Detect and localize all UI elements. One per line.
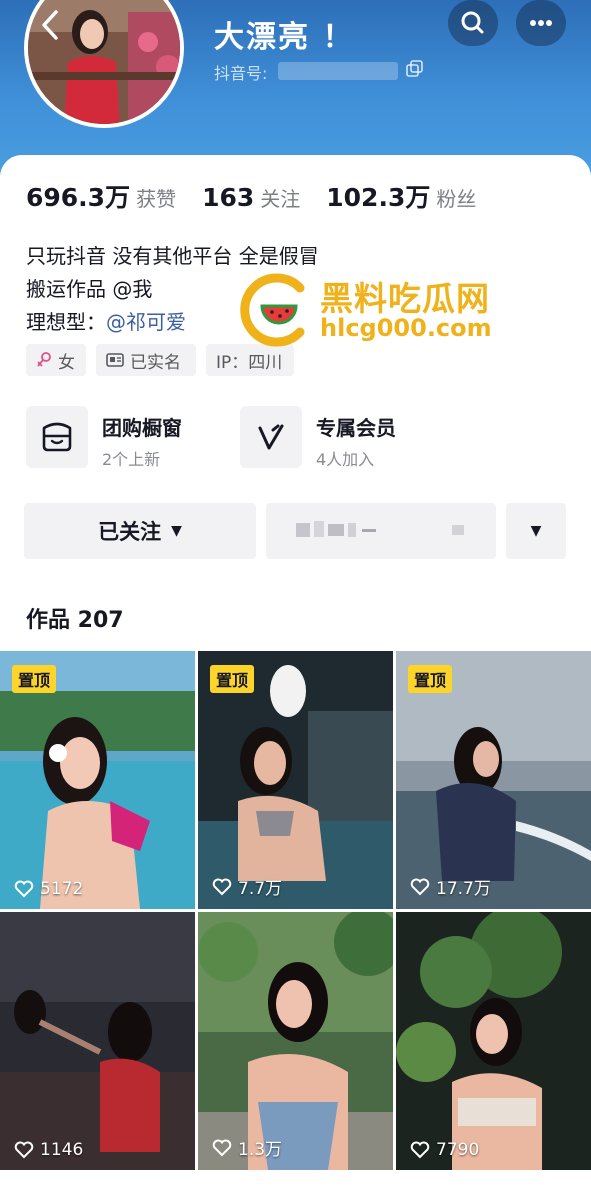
nickname: 大漂亮 ！ xyxy=(214,20,355,55)
ip-location-text: IP：四川 xyxy=(216,352,283,373)
bio-line-3: 理想型：@祁可爱 xyxy=(26,306,186,335)
caret-down-icon: ▼ xyxy=(530,523,542,539)
likes-count-overlay: 1.3万 xyxy=(212,1135,282,1160)
likes-value: 7.7万 xyxy=(238,879,283,899)
work-thumbnail[interactable]: 1.3万 xyxy=(198,912,393,1170)
likes-value: 1.3万 xyxy=(238,1140,283,1160)
work-thumbnail[interactable]: 7790 xyxy=(396,912,591,1170)
member-subtitle: 4人加入 xyxy=(316,450,375,469)
likes-value: 5172 xyxy=(40,879,84,899)
likes-count-overlay: 7.7万 xyxy=(212,874,282,899)
likes-count-overlay: 17.7万 xyxy=(410,874,491,899)
female-icon xyxy=(37,352,51,367)
stats-row: 696.3万 获赞 163 关注 102.3万 粉丝 xyxy=(26,178,502,214)
likes-value: 1146 xyxy=(40,1140,84,1160)
likes-value: 7790 xyxy=(436,1140,480,1160)
work-thumbnail[interactable]: 1146 xyxy=(0,912,195,1170)
followers-count[interactable]: 102.3万 xyxy=(326,178,430,214)
followed-label: 已关注 xyxy=(98,520,162,544)
verified-text: 已实名 xyxy=(130,352,181,373)
watermelon-logo-icon xyxy=(240,273,305,347)
work-thumbnail[interactable]: 置顶 17.7万 xyxy=(396,651,591,909)
verified-tag: 已实名 xyxy=(96,344,196,376)
group-buy-subtitle: 2个上新 xyxy=(102,450,161,469)
douyin-id-value-redacted xyxy=(278,62,398,80)
likes-value: 17.7万 xyxy=(436,879,491,899)
bio-line-3-prefix: 理想型： xyxy=(26,310,106,334)
blurred-label-graphic xyxy=(296,521,464,537)
heart-icon xyxy=(410,878,430,895)
caret-down-icon: ▼ xyxy=(171,523,182,539)
likes-count-overlay: 5172 xyxy=(14,879,83,899)
pinned-badge: 置顶 xyxy=(12,665,57,693)
likes-count-overlay: 7790 xyxy=(410,1140,479,1160)
member-title: 专属会员 xyxy=(316,416,396,440)
heart-icon xyxy=(14,1141,34,1159)
more-icon xyxy=(530,20,552,26)
search-icon xyxy=(461,11,484,34)
likes-count: 696.3万 xyxy=(26,183,131,212)
member-v-icon xyxy=(258,424,284,450)
douyin-id-label: 抖音号: xyxy=(214,64,268,83)
followers-label[interactable]: 粉丝 xyxy=(436,183,476,212)
group-buy-title: 团购橱窗 xyxy=(102,416,182,440)
bio-line-1: 只玩抖音 没有其他平台 全是假冒 xyxy=(26,244,319,268)
group-buy-icon-box xyxy=(26,406,88,468)
heart-icon xyxy=(212,1139,232,1156)
pinned-badge: 置顶 xyxy=(210,665,255,693)
followed-button[interactable]: 已关注 ▼ xyxy=(24,503,256,559)
heart-icon xyxy=(14,880,34,898)
heart-icon xyxy=(212,878,232,895)
gender-text: 女 xyxy=(58,352,75,373)
id-card-icon xyxy=(106,353,124,367)
likes-label: 获赞 xyxy=(136,187,177,211)
search-button[interactable] xyxy=(448,0,498,46)
more-button[interactable] xyxy=(516,0,566,46)
group-buy-showcase-entry[interactable]: 团购橱窗 2个上新 xyxy=(26,406,226,472)
watermark-domain: hlcg000.com xyxy=(320,314,492,342)
exclusive-member-entry[interactable]: 专属会员 4人加入 xyxy=(240,406,440,472)
works-tab-title[interactable]: 作品 207 xyxy=(26,602,124,634)
shop-icon xyxy=(42,422,72,452)
member-icon-box xyxy=(240,406,302,468)
work-thumbnail[interactable]: 置顶 7.7万 xyxy=(198,651,393,909)
watermark-overlay: 黑料吃瓜网 hlcg000.com xyxy=(240,270,510,350)
thumbnail-image xyxy=(0,912,195,1170)
copy-icon[interactable] xyxy=(404,58,426,80)
watermark-site-name: 黑料吃瓜网 xyxy=(320,279,490,318)
message-button-blurred[interactable] xyxy=(266,503,496,559)
pinned-badge: 置顶 xyxy=(408,665,453,693)
back-icon[interactable] xyxy=(36,8,66,42)
profile-header: 大漂亮 ！ 抖音号: xyxy=(0,0,591,175)
likes-count-overlay: 1146 xyxy=(14,1140,83,1160)
bio-line-2: 搬运作品 @我 xyxy=(26,277,153,301)
following-count[interactable]: 163 xyxy=(202,183,254,212)
gender-tag: 女 xyxy=(26,344,86,376)
work-thumbnail[interactable]: 置顶 5172 xyxy=(0,651,195,909)
bio-mention-link[interactable]: @祁可爱 xyxy=(106,310,186,334)
heart-icon xyxy=(410,1141,430,1159)
thumbnail-image xyxy=(198,912,393,1170)
thumbnail-image xyxy=(396,912,591,1170)
following-label[interactable]: 关注 xyxy=(260,183,300,212)
more-actions-button[interactable]: ▼ xyxy=(506,503,566,559)
